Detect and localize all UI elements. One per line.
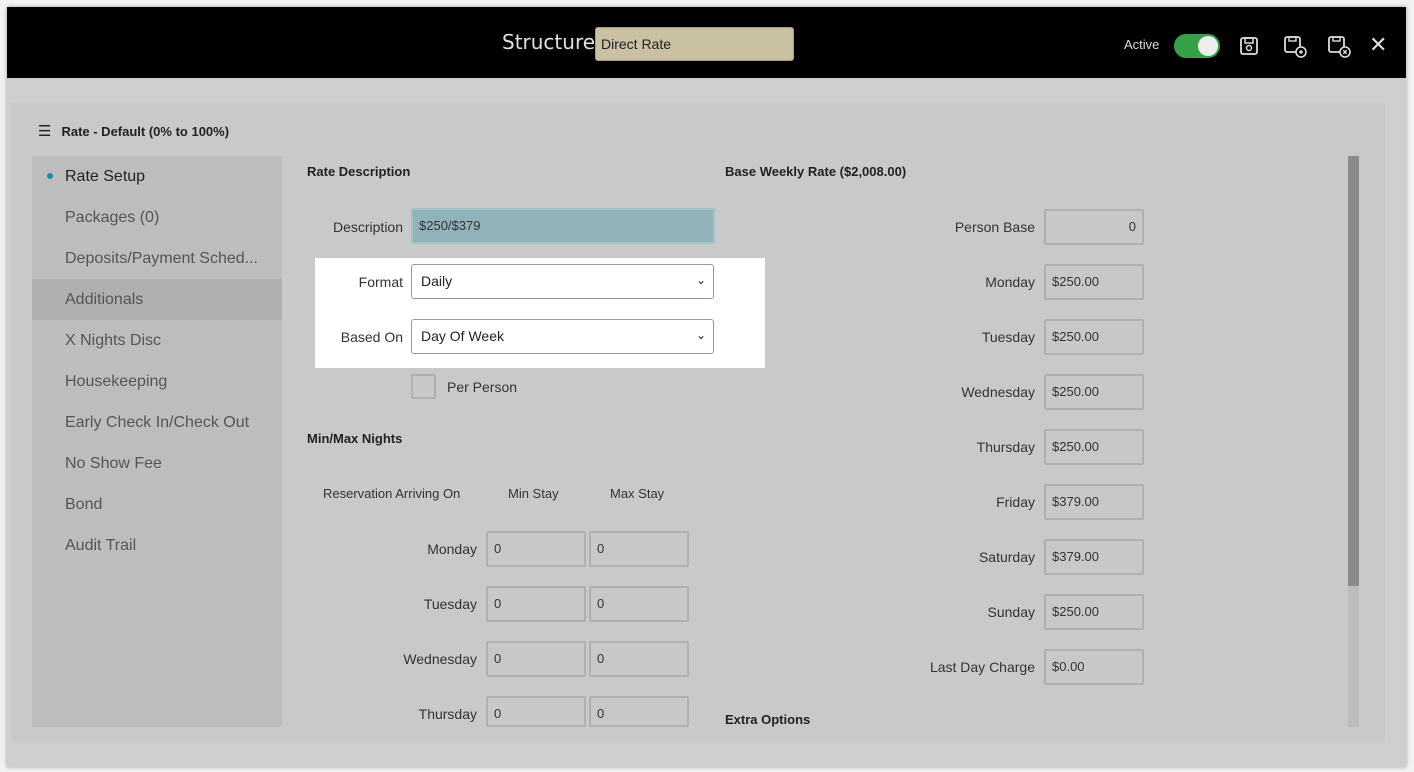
weekly-day-label: Saturday: [978, 549, 1035, 565]
col-arriving-header: Reservation Arriving On: [323, 486, 461, 501]
sidebar-item-no-show-fee[interactable]: No Show Fee: [32, 443, 282, 484]
max-stay-input[interactable]: 0: [589, 531, 689, 567]
active-dot-icon: [47, 173, 53, 179]
max-stay-input[interactable]: 0: [589, 586, 689, 622]
close-icon[interactable]: ✕: [1369, 33, 1387, 59]
active-toggle[interactable]: [1174, 34, 1220, 58]
sidebar-item-bond[interactable]: Bond: [32, 484, 282, 525]
rate-panel: ☰ Rate - Default (0% to 100%) Rate Setup…: [11, 103, 1385, 743]
sidebar-item-label: Deposits/Payment Sched...: [65, 249, 258, 267]
scrollbar-thumb[interactable]: [1348, 156, 1359, 586]
sidebar-item-rate-setup[interactable]: Rate Setup: [32, 156, 282, 197]
panel-header: ☰ Rate - Default (0% to 100%): [38, 122, 229, 140]
save-copy-icon[interactable]: [1282, 33, 1308, 59]
weekly-rate-input[interactable]: $250.00: [1044, 319, 1144, 355]
weekly-day-label: Thursday: [976, 439, 1035, 455]
save-close-icon[interactable]: [1326, 33, 1352, 59]
structure-input[interactable]: Direct Rate: [595, 27, 794, 61]
min-max-title: Min/Max Nights: [307, 431, 403, 446]
rate-structure-window: Structure Direct Rate Active ✕ ☰ Rate - …: [7, 7, 1406, 767]
description-input[interactable]: $250/$379: [411, 208, 715, 244]
toggle-knob: [1198, 36, 1218, 56]
format-select[interactable]: Daily ⌄: [411, 264, 714, 299]
sidebar-item-label: Packages (0): [65, 208, 160, 226]
active-label: Active: [1124, 37, 1160, 52]
top-bar: Structure Direct Rate Active ✕: [7, 7, 1406, 78]
weekly-day-label: Friday: [996, 494, 1035, 510]
sidebar-item-audit-trail[interactable]: Audit Trail: [32, 525, 282, 566]
based-on-select[interactable]: Day Of Week ⌄: [411, 319, 714, 354]
sidebar: Rate Setup Packages (0) Deposits/Payment…: [32, 156, 282, 727]
weekly-rate-input[interactable]: $250.00: [1044, 264, 1144, 300]
rate-description-title: Rate Description: [307, 164, 411, 179]
min-max-day-label: Wednesday: [403, 651, 477, 667]
col-min-header: Min Stay: [508, 486, 559, 501]
min-max-day-label: Monday: [427, 541, 477, 557]
weekly-rate-input[interactable]: $0.00: [1044, 649, 1144, 685]
sidebar-item-label: Housekeeping: [65, 372, 168, 390]
sidebar-item-additionals[interactable]: Additionals: [32, 279, 282, 320]
sidebar-item-deposits[interactable]: Deposits/Payment Sched...: [32, 238, 282, 279]
extra-options-title: Extra Options: [725, 712, 811, 727]
sidebar-item-early-check-in[interactable]: Early Check In/Check Out: [32, 402, 282, 443]
weekly-day-label: Sunday: [987, 604, 1035, 620]
per-person-checkbox[interactable]: [411, 374, 436, 399]
format-label: Format: [358, 274, 403, 290]
sidebar-item-housekeeping[interactable]: Housekeeping: [32, 361, 282, 402]
sidebar-item-label: No Show Fee: [65, 454, 162, 472]
min-stay-input[interactable]: 0: [486, 641, 586, 677]
base-weekly-title: Base Weekly Rate ($2,008.00): [725, 164, 907, 179]
format-value: Daily: [421, 273, 453, 289]
sidebar-item-label: Bond: [65, 495, 103, 513]
person-base-label: Person Base: [954, 219, 1035, 235]
weekly-rate-input[interactable]: $250.00: [1044, 594, 1144, 630]
vertical-scrollbar[interactable]: [1348, 156, 1359, 727]
menu-icon[interactable]: ☰: [38, 122, 51, 140]
min-stay-input[interactable]: 0: [486, 531, 586, 567]
per-person-label: Per Person: [447, 379, 518, 395]
based-on-value: Day Of Week: [421, 328, 504, 344]
weekly-day-label: Last Day Charge: [929, 659, 1035, 675]
weekly-day-label: Wednesday: [961, 384, 1035, 400]
min-max-day-label: Thursday: [418, 706, 477, 722]
weekly-rate-input[interactable]: $250.00: [1044, 374, 1144, 410]
min-stay-input[interactable]: 0: [486, 586, 586, 622]
sidebar-item-label: Early Check In/Check Out: [65, 413, 250, 431]
sidebar-item-packages[interactable]: Packages (0): [32, 197, 282, 238]
weekly-day-label: Tuesday: [981, 329, 1035, 345]
description-label: Description: [332, 219, 403, 235]
weekly-day-label: Monday: [985, 274, 1035, 290]
chevron-down-icon: ⌄: [695, 328, 706, 342]
sidebar-item-label: X Nights Disc: [65, 331, 162, 349]
min-stay-input[interactable]: 0: [486, 696, 586, 727]
weekly-rate-input[interactable]: $250.00: [1044, 429, 1144, 465]
sidebar-item-label: Audit Trail: [65, 536, 137, 554]
save-icon[interactable]: [1236, 33, 1262, 59]
person-base-input[interactable]: 0: [1044, 209, 1144, 245]
min-max-day-label: Tuesday: [423, 596, 477, 612]
max-stay-input[interactable]: 0: [589, 696, 689, 727]
max-stay-input[interactable]: 0: [589, 641, 689, 677]
panel-title: Rate - Default (0% to 100%): [61, 123, 230, 139]
weekly-rate-input[interactable]: $379.00: [1044, 539, 1144, 575]
chevron-down-icon: ⌄: [695, 273, 706, 287]
sidebar-item-label: Rate Setup: [65, 167, 146, 185]
weekly-rate-input[interactable]: $379.00: [1044, 484, 1144, 520]
structure-label: Structure: [502, 30, 596, 54]
sidebar-item-label: Additionals: [65, 290, 144, 308]
based-on-label: Based On: [340, 329, 403, 345]
sidebar-item-x-nights-disc[interactable]: X Nights Disc: [32, 320, 282, 361]
col-max-header: Max Stay: [610, 486, 665, 501]
